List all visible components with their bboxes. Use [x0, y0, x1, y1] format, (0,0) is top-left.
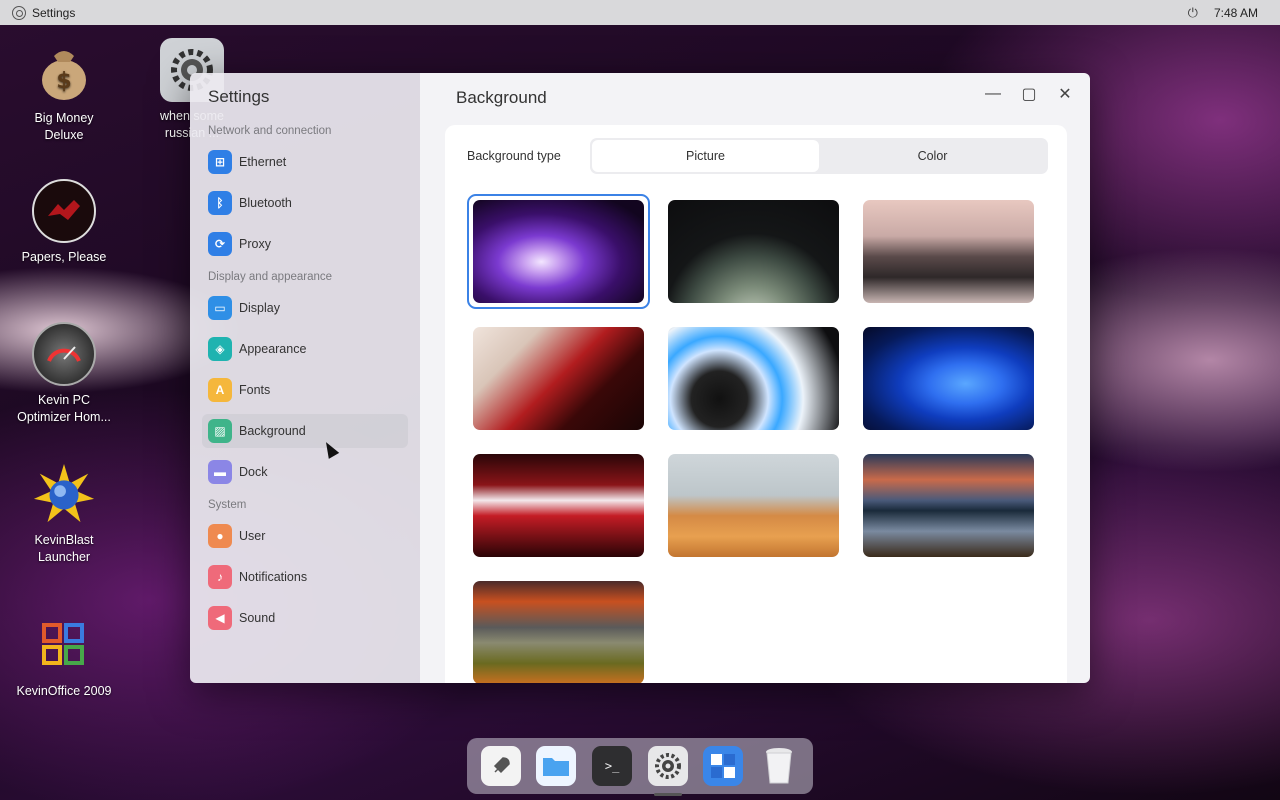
wallpaper-thumbnail[interactable] — [668, 200, 839, 303]
desktop-icon-label: Big Money — [34, 111, 94, 125]
sidebar-item-fonts[interactable]: A Fonts — [202, 373, 408, 407]
sidebar-item-label: Bluetooth — [239, 196, 292, 210]
desktop-icon-label: Launcher — [37, 550, 91, 564]
sidebar-item-label: Appearance — [239, 342, 307, 356]
speedometer-icon — [32, 322, 96, 386]
wallpaper-thumbnail[interactable] — [473, 581, 644, 683]
sidebar-title: Settings — [208, 87, 270, 106]
office-icon — [32, 613, 96, 677]
gear-icon[interactable] — [647, 746, 688, 796]
user-icon: ● — [208, 524, 232, 548]
fonts-icon: A — [208, 378, 232, 402]
settings-main: Background — ▢ ✕ Background type Picture… — [420, 73, 1090, 683]
proxy-icon: ⟳ — [208, 232, 232, 256]
sidebar-item-notifications[interactable]: ♪ Notifications — [202, 560, 408, 594]
bell-icon: ♪ — [208, 565, 232, 589]
section-system: System ● User ♪ Notifications ◀ Sound — [202, 499, 408, 635]
appearance-icon: ◈ — [208, 337, 232, 361]
sidebar-item-label: User — [239, 529, 266, 543]
dock: >_ — [467, 738, 813, 796]
settings-sidebar: Settings Network and connection ⊞ Ethern… — [190, 73, 420, 683]
settings-app-icon — [12, 5, 26, 20]
section-title: Display and appearance — [208, 271, 333, 283]
sidebar-item-sound[interactable]: ◀ Sound — [202, 601, 408, 635]
wallpaper-thumbnail[interactable] — [467, 194, 650, 309]
bluetooth-icon: ᛒ — [208, 191, 232, 215]
sidebar-item-bluetooth[interactable]: ᛒ Bluetooth — [202, 186, 408, 220]
calculator-icon[interactable] — [703, 746, 744, 786]
sidebar-item-user[interactable]: ● User — [202, 519, 408, 553]
wallpaper-thumbnail[interactable] — [863, 454, 1034, 557]
wallpaper-thumbnail[interactable] — [863, 327, 1034, 430]
wallpaper-thumbnail[interactable] — [668, 327, 839, 430]
desktop-icon-label: Papers, Please — [21, 250, 107, 264]
sidebar-item-proxy[interactable]: ⟳ Proxy — [202, 227, 408, 261]
power-icon[interactable]: ⏻ — [1188, 5, 1198, 21]
starburst-icon — [32, 462, 96, 526]
minimize-icon[interactable]: — — [980, 83, 1006, 105]
terminal-icon[interactable]: >_ — [592, 746, 633, 786]
sidebar-item-label: Background — [239, 424, 306, 438]
background-type-row: Background type Picture Color — [467, 138, 1048, 174]
sidebar-item-label: Sound — [239, 611, 276, 625]
sidebar-item-label: Display — [239, 301, 280, 315]
desktop-icon-label: Optimizer Hom... — [17, 410, 111, 424]
desktop-icon-big-money[interactable]: $ Big Money Deluxe — [9, 40, 119, 144]
desktop-icon-label: Kevin PC — [37, 393, 91, 407]
clock[interactable]: 7:48 AM — [1214, 6, 1258, 20]
display-icon: ▭ — [208, 296, 232, 320]
folder-icon[interactable] — [536, 746, 577, 786]
close-icon[interactable]: ✕ — [1052, 83, 1078, 105]
wallpaper-thumbnail[interactable] — [863, 200, 1034, 303]
sidebar-item-display[interactable]: ▭ Display — [202, 291, 408, 325]
wallpaper-thumbnail[interactable] — [473, 327, 644, 430]
section-title: Network and connection — [208, 125, 332, 137]
background-panel: Background type Picture Color — [445, 125, 1067, 683]
wallpaper-thumbnail[interactable] — [473, 454, 644, 557]
desktop-icon-label: Deluxe — [44, 128, 84, 142]
section-display: Display and appearance ▭ Display ◈ Appea… — [202, 271, 408, 489]
section-title: System — [208, 499, 247, 511]
active-app-name: Settings — [32, 5, 76, 20]
desktop-icon-kevin-pc-optimizer[interactable]: Kevin PC Optimizer Hom... — [9, 322, 119, 426]
sidebar-item-background[interactable]: ▨ Background — [202, 414, 408, 448]
window-controls: — ▢ ✕ — [980, 83, 1078, 105]
papers-please-icon — [32, 179, 96, 243]
wallpaper-thumbnail[interactable] — [668, 454, 839, 557]
desktop-icon-papers-please[interactable]: Papers, Please — [9, 179, 119, 266]
settings-window: Settings Network and connection ⊞ Ethern… — [190, 73, 1090, 683]
sidebar-item-label: Proxy — [239, 237, 271, 251]
section-network: Network and connection ⊞ Ethernet ᛒ Blue… — [202, 125, 408, 261]
segment-picture[interactable]: Picture — [592, 140, 819, 172]
desktop-icon-kevinoffice[interactable]: KevinOffice 2009 — [9, 613, 119, 700]
desktop-icon-kevinblast[interactable]: KevinBlast Launcher — [9, 462, 119, 566]
money-bag-icon: $ — [32, 40, 96, 104]
background-type-toggle: Picture Color — [590, 138, 1048, 174]
sidebar-item-label: Ethernet — [239, 155, 287, 169]
top-bar: Settings ⏻ 7:48 AM — [0, 0, 1280, 25]
sidebar-item-dock[interactable]: ▬ Dock — [202, 455, 408, 489]
rocket-icon[interactable] — [480, 746, 521, 786]
desktop-icon-label: KevinOffice 2009 — [16, 684, 112, 698]
maximize-icon[interactable]: ▢ — [1016, 83, 1042, 105]
sidebar-item-ethernet[interactable]: ⊞ Ethernet — [202, 145, 408, 179]
background-icon: ▨ — [208, 419, 232, 443]
page-title: Background — [456, 88, 547, 107]
ethernet-icon: ⊞ — [208, 150, 232, 174]
segment-color[interactable]: Color — [819, 140, 1046, 172]
sound-icon: ◀ — [208, 606, 232, 630]
desktop-icon-label: KevinBlast — [34, 533, 94, 547]
sidebar-item-label: Fonts — [239, 383, 271, 397]
trash-icon[interactable] — [759, 746, 799, 786]
sidebar-item-label: Dock — [239, 465, 268, 479]
background-type-label: Background type — [467, 149, 561, 163]
svg-text:$: $ — [56, 69, 71, 94]
sidebar-item-label: Notifications — [239, 570, 308, 584]
sidebar-item-appearance[interactable]: ◈ Appearance — [202, 332, 408, 366]
dock-icon: ▬ — [208, 460, 232, 484]
